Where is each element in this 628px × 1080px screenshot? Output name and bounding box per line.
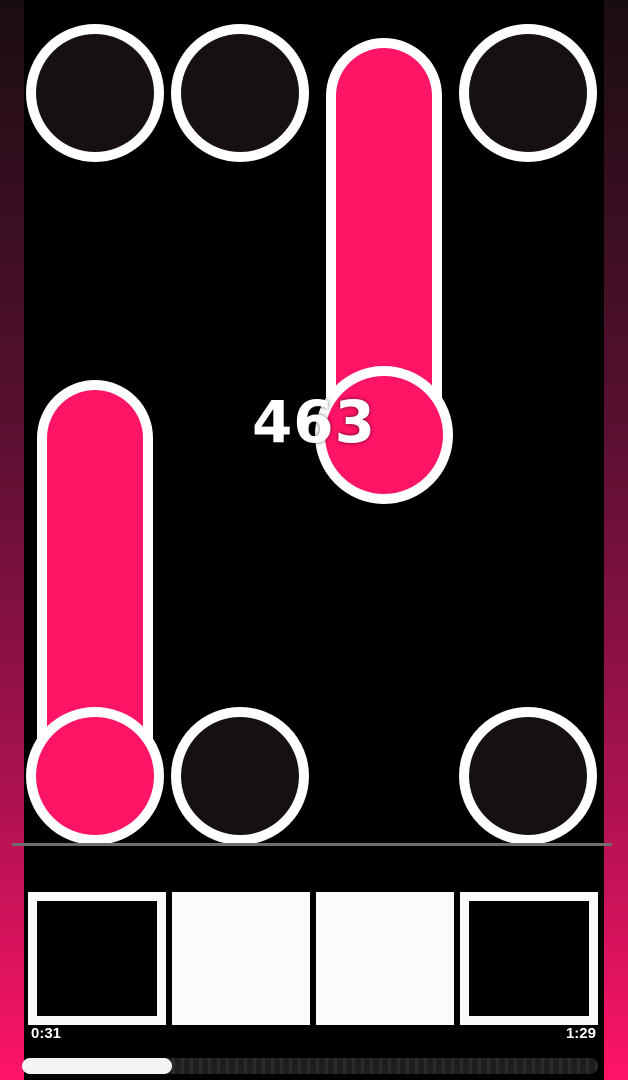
left-border: [0, 0, 24, 1080]
lane-key-1[interactable]: [28, 892, 166, 1025]
lane-key-2[interactable]: [172, 892, 310, 1025]
right-border: [604, 0, 628, 1080]
elapsed-time: 0:31: [31, 1025, 62, 1042]
lane-1-top-target: [26, 24, 164, 162]
hold-note-lane-1-head: [26, 707, 164, 845]
lane-4-top-target: [459, 24, 597, 162]
hold-note-lane-3: [326, 38, 442, 418]
judgment-line: [12, 843, 612, 846]
score-counter: 463: [251, 388, 377, 456]
lane-key-3[interactable]: [316, 892, 454, 1025]
lane-2-top-target: [171, 24, 309, 162]
lane-2-bottom-target: [171, 707, 309, 845]
lane-key-4[interactable]: [460, 892, 598, 1025]
song-progress-fill: [22, 1058, 172, 1074]
lane-4-bottom-target: [459, 707, 597, 845]
total-time: 1:29: [565, 1025, 596, 1042]
